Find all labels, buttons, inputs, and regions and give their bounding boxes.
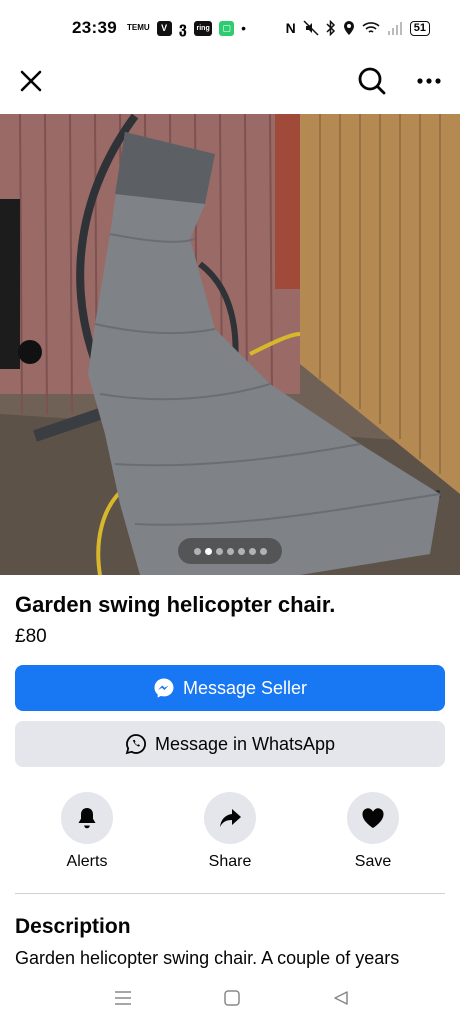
share-arrow-icon	[220, 809, 241, 827]
listing-photo[interactable]	[0, 114, 460, 575]
carousel-dot	[204, 547, 212, 555]
bluetooth-icon	[326, 20, 336, 36]
green-app-icon: ▢	[219, 20, 235, 36]
alerts-label: Alerts	[66, 853, 108, 870]
more-options-button[interactable]	[410, 62, 448, 100]
action-row: Alerts Share Save	[0, 792, 460, 878]
messenger-icon	[154, 678, 174, 698]
bell-icon	[78, 808, 96, 829]
message-whatsapp-button[interactable]: Message in WhatsApp	[15, 721, 445, 767]
heart-icon	[362, 808, 384, 828]
description-text: Garden helicopter swing chair. A couple …	[15, 948, 400, 968]
message-whatsapp-label: Message in WhatsApp	[154, 733, 336, 754]
system-icons: N 51	[286, 20, 430, 36]
signal-icon	[387, 21, 403, 35]
v-app-icon: V	[156, 20, 172, 36]
notification-icons: TEMU V ვ ring ▢ •	[126, 19, 247, 37]
listing-title: Garden swing helicopter chair.	[15, 592, 336, 617]
back-triangle-icon	[334, 991, 348, 1005]
share-circle	[204, 792, 256, 844]
battery-indicator: 51	[409, 20, 430, 36]
message-seller-button[interactable]: Message Seller	[15, 665, 445, 711]
carousel-dot	[193, 547, 201, 555]
close-icon	[20, 70, 42, 92]
top-nav	[0, 56, 460, 106]
share-label: Share	[208, 853, 252, 870]
nfc-icon: N	[285, 20, 296, 36]
carousel-dot	[259, 547, 267, 555]
wifi-icon	[362, 21, 380, 35]
recent-apps-button[interactable]	[109, 984, 137, 1012]
save-circle	[347, 792, 399, 844]
alerts-button[interactable]: Alerts	[42, 792, 132, 871]
description-heading: Description	[15, 915, 131, 938]
status-time: 23:39	[72, 18, 117, 37]
carousel-dot	[226, 547, 234, 555]
threads-icon: ვ	[178, 19, 188, 37]
alerts-circle	[61, 792, 113, 844]
save-label: Save	[354, 853, 392, 870]
home-button[interactable]	[218, 984, 246, 1012]
location-icon	[343, 20, 355, 36]
listing-price: £80	[15, 626, 47, 647]
search-button[interactable]	[353, 62, 391, 100]
back-button[interactable]	[327, 984, 355, 1012]
carousel-indicator[interactable]	[178, 538, 282, 564]
system-navigation-bar	[0, 972, 460, 1024]
square-icon	[224, 990, 240, 1006]
carousel-dot	[248, 547, 256, 555]
dot-icon: •	[241, 20, 247, 36]
divider	[15, 893, 445, 894]
carousel-dot	[215, 547, 223, 555]
temu-icon: TEMU	[126, 23, 150, 32]
whatsapp-icon	[125, 734, 146, 755]
mute-icon	[303, 20, 319, 36]
close-button[interactable]	[12, 62, 50, 100]
share-button[interactable]: Share	[185, 792, 275, 871]
message-seller-label: Message Seller	[182, 677, 308, 698]
status-bar: 23:39 TEMU V ვ ring ▢ • N 51	[0, 0, 460, 56]
save-button[interactable]: Save	[328, 792, 418, 871]
carousel-dot	[237, 547, 245, 555]
more-icon	[417, 78, 441, 84]
chair-image	[0, 114, 460, 575]
search-icon	[358, 67, 386, 95]
menu-lines-icon	[115, 991, 131, 1005]
ring-icon: ring	[194, 20, 213, 36]
